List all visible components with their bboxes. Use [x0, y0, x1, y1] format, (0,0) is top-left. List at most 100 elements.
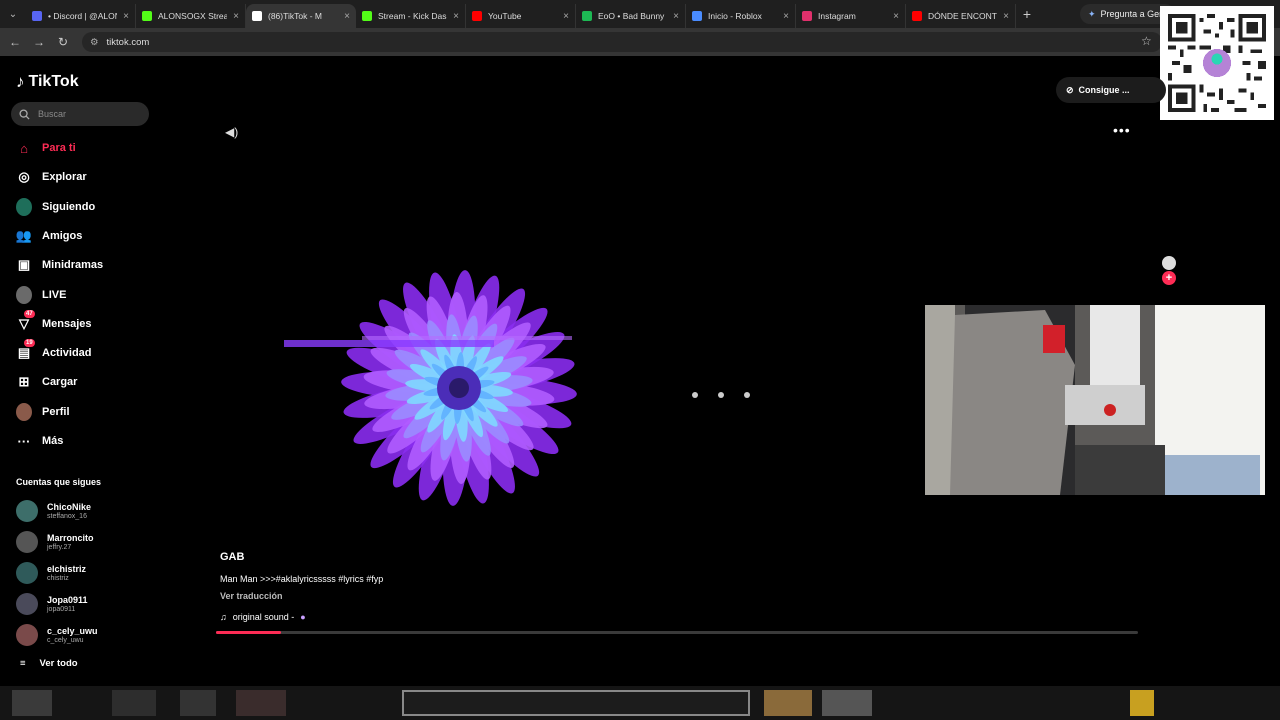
tab-title: Inicio - Roblox — [708, 11, 762, 21]
sidebar-item-label: Para ti — [42, 142, 76, 154]
tab-favicon-icon — [472, 11, 482, 21]
sidebar-item[interactable]: ◎ Explorar — [16, 166, 86, 188]
browser-tab[interactable]: Inicio - Roblox × — [686, 4, 796, 28]
qr-code-overlay — [1160, 6, 1274, 120]
search-input[interactable]: Buscar — [11, 102, 149, 126]
account-name: c_cely_uwu — [47, 625, 98, 636]
sidebar-item-label: Actividad — [42, 347, 92, 360]
tab-title: YouTube — [488, 11, 522, 21]
tab-close-icon[interactable]: × — [893, 11, 899, 22]
sidebar-item[interactable]: ⊞ Cargar — [16, 371, 78, 393]
following-account[interactable]: Jopa0911 jopa0911 — [16, 593, 88, 615]
follow-plus-button[interactable]: + — [1162, 271, 1176, 285]
music-note-icon: ♫ — [220, 612, 227, 622]
sidebar-item[interactable]: Perfil — [16, 401, 70, 423]
notification-badge: 47 — [24, 309, 35, 318]
upload-icon: ⊞ — [18, 374, 30, 390]
list-icon: ≡ — [20, 658, 26, 669]
search-icon — [19, 108, 30, 120]
video-description: Man Man >>>#aklalyricsssss #lyrics #fyp — [220, 574, 384, 584]
more-icon: ··· — [17, 433, 31, 449]
gemini-label: Pregunta a Gem — [1100, 9, 1167, 19]
account-handle: steffanox_16 — [47, 512, 87, 520]
see-all-link[interactable]: ≡ Ver todo — [20, 658, 78, 669]
browser-tab[interactable]: (86)TikTok - M × — [246, 4, 356, 28]
following-section-title: Cuentas que sigues — [16, 477, 102, 487]
tab-title: EoO • Bad Bunny — [598, 11, 665, 21]
tab-search-icon[interactable]: ⌄ — [0, 0, 26, 28]
get-app-label: Consigue ... — [1078, 85, 1130, 95]
browser-tab[interactable]: Instagram × — [796, 4, 906, 28]
loading-indicator — [692, 392, 750, 398]
game-slot — [822, 690, 872, 716]
tab-title: Stream - Kick Das — [378, 11, 447, 21]
tab-favicon-icon — [362, 11, 372, 21]
tiktok-logo[interactable]: ♪ TikTok — [16, 72, 79, 92]
account-name: Marroncito — [47, 532, 94, 543]
game-slot — [12, 690, 52, 716]
sidebar-item[interactable]: ▽ 47 Mensajes — [16, 309, 92, 335]
volume-icon[interactable]: ◀) — [225, 125, 238, 139]
following-icon — [16, 197, 32, 216]
sidebar-item[interactable]: ▣ Minidramas — [16, 254, 103, 276]
creator-avatar[interactable] — [1162, 256, 1176, 270]
browser-tab[interactable]: YouTube × — [466, 4, 576, 28]
more-options-icon[interactable]: ••• — [1113, 122, 1131, 138]
gemini-icon: ✦ — [1088, 8, 1096, 19]
back-button[interactable]: ← — [3, 35, 27, 49]
sidebar-item-label: Mensajes — [42, 317, 92, 330]
tab-favicon-icon — [582, 11, 592, 21]
tab-favicon-icon — [692, 11, 702, 21]
browser-tab[interactable]: DÓNDE ENCONT × — [906, 4, 1016, 28]
url-field[interactable]: ⚙ tiktok.com — [82, 32, 1162, 52]
sound-avatar-icon: ● — [300, 612, 306, 622]
browser-tab[interactable]: Stream - Kick Das × — [356, 4, 466, 28]
new-tab-button[interactable]: + — [1016, 6, 1038, 22]
tab-close-icon[interactable]: × — [673, 11, 679, 22]
avatar — [16, 593, 38, 615]
sidebar-item[interactable]: ▤ 19 Actividad — [16, 339, 92, 364]
sidebar-item[interactable]: 👥 Amigos — [16, 225, 82, 247]
tab-strip: • Discord | @ALON × ALONSOGX Strea × (86)Tik… — [26, 0, 1016, 28]
sidebar-item-label: Minidramas — [42, 259, 104, 272]
account-name: elchistriz — [47, 563, 87, 574]
following-account[interactable]: elchistriz chistriz — [16, 562, 86, 584]
game-slot — [112, 690, 156, 716]
bookmark-star-icon[interactable]: ☆ — [1141, 34, 1152, 48]
tab-close-icon[interactable]: × — [563, 11, 569, 22]
tab-title: DÓNDE ENCONT — [928, 11, 997, 21]
video-sound[interactable]: ♫ original sound - ● — [220, 612, 306, 622]
account-handle: c_cely_uwu — [47, 636, 84, 644]
game-slot — [1130, 690, 1154, 716]
video-progress-bar[interactable] — [216, 631, 1138, 634]
forward-button[interactable]: → — [27, 35, 51, 49]
tab-close-icon[interactable]: × — [344, 11, 350, 22]
tab-close-icon[interactable]: × — [123, 11, 129, 22]
tab-close-icon[interactable]: × — [233, 11, 239, 22]
see-translation-link[interactable]: Ver traducción — [220, 591, 283, 601]
tab-close-icon[interactable]: × — [1003, 11, 1009, 22]
reload-button[interactable]: ↻ — [51, 35, 75, 49]
tab-close-icon[interactable]: × — [453, 11, 459, 22]
following-account[interactable]: c_cely_uwu c_cely_uwu — [16, 624, 98, 646]
tab-title: • Discord | @ALON — [48, 11, 118, 21]
following-account[interactable]: ChicoNike steffanox_16 — [16, 500, 91, 522]
browser-tab[interactable]: ALONSOGX Strea × — [136, 4, 246, 28]
sidebar-item[interactable]: Siguiendo — [16, 196, 95, 218]
browser-tab[interactable]: EoO • Bad Bunny × — [576, 4, 686, 28]
sidebar-item[interactable]: ··· Más — [16, 430, 64, 452]
sidebar-item[interactable]: ⌂ Para ti — [16, 137, 76, 159]
avatar — [16, 531, 38, 553]
following-account[interactable]: Marroncito jeffry.27 — [16, 531, 94, 553]
account-name: ChicoNike — [47, 501, 92, 512]
account-name: Jopa0911 — [47, 594, 88, 605]
home-icon: ⌂ — [20, 140, 28, 156]
get-app-button[interactable]: ⊘ Consigue ... — [1056, 77, 1166, 103]
video-author[interactable]: GAB — [220, 551, 244, 563]
tab-close-icon[interactable]: × — [783, 11, 789, 22]
site-info-icon[interactable]: ⚙ — [90, 37, 99, 48]
brand-name: TikTok — [28, 73, 79, 90]
tab-favicon-icon — [142, 11, 152, 21]
browser-tab[interactable]: • Discord | @ALON × — [26, 4, 136, 28]
sidebar-item[interactable]: LIVE — [16, 284, 66, 306]
